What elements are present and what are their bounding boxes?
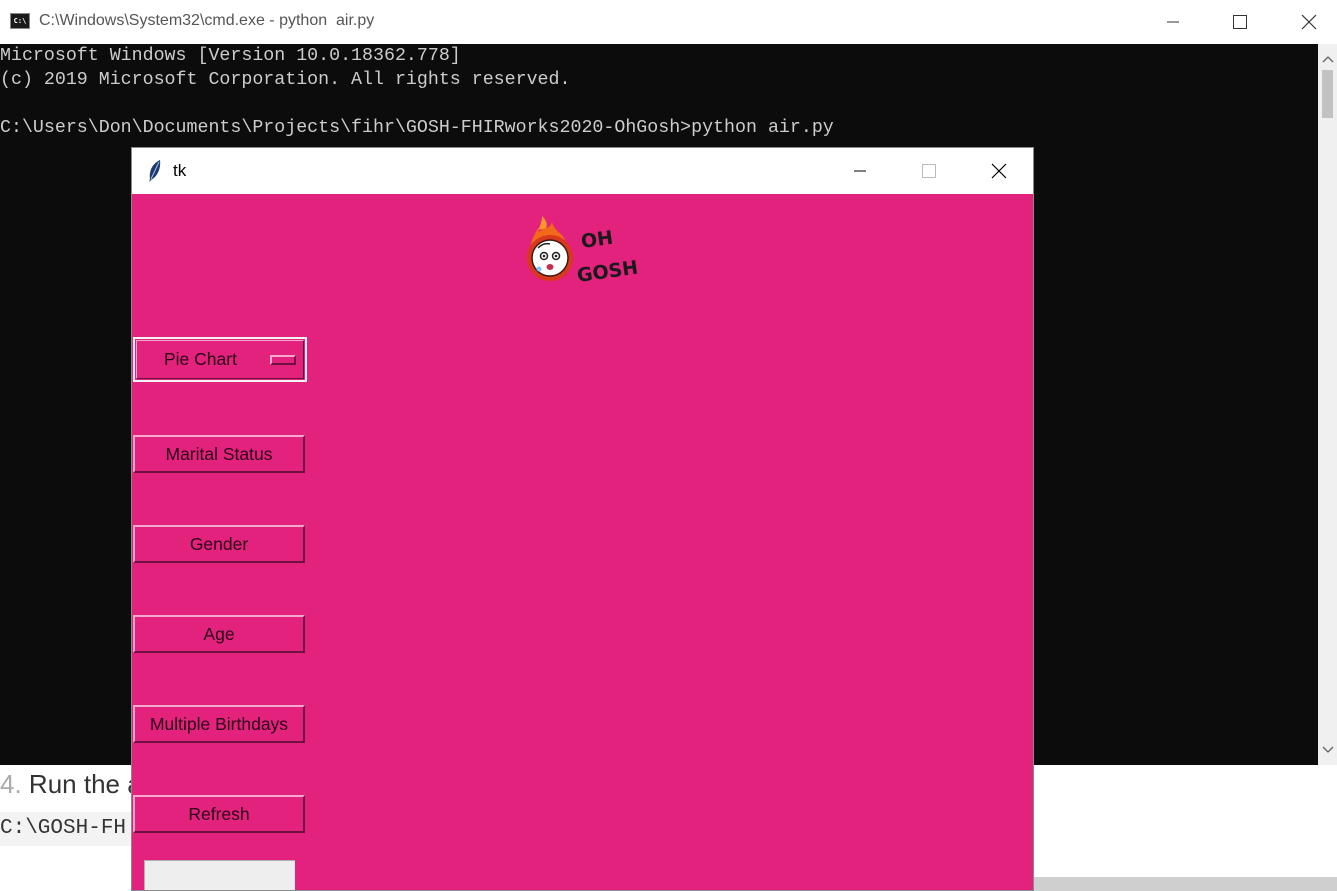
close-button[interactable] — [1274, 0, 1337, 44]
step-text: 4. Run the a — [0, 769, 142, 800]
marital-status-button[interactable]: Marital Status — [133, 435, 305, 473]
console-line: ​ — [0, 92, 1318, 116]
chart-type-dropdown[interactable]: Pie Chart — [133, 337, 307, 382]
close-icon — [991, 163, 1007, 179]
tk-canvas: OH GOSH Pie Chart Marital Status Gender … — [132, 194, 1033, 890]
console-line: (c) 2019 Microsoft Corporation. All righ… — [0, 70, 571, 90]
tk-window-title: tk — [173, 161, 187, 180]
minimize-icon — [1167, 21, 1179, 23]
dropdown-indicator-icon — [270, 355, 296, 365]
age-button[interactable]: Age — [133, 615, 305, 653]
maximize-button[interactable] — [1205, 0, 1275, 44]
cmd-window-title: C:\Windows\System32\cmd.exe - python air… — [39, 12, 375, 29]
step-label: Run the a — [28, 769, 142, 799]
scroll-up-arrow-icon[interactable] — [1318, 46, 1337, 66]
tk-minimize-button[interactable] — [825, 148, 895, 194]
tk-window: tk OH GOSH Pie Chart Marital Status Gend… — [131, 147, 1034, 891]
console-line: C:\Users\Don\Documents\Projects\fihr\GOS… — [0, 118, 834, 138]
tk-titlebar[interactable]: tk — [132, 148, 1033, 194]
logo-text-line1: OH — [580, 227, 615, 253]
cmd-titlebar[interactable]: C:\ C:\Windows\System32\cmd.exe - python… — [0, 0, 1337, 44]
tk-close-button[interactable] — [964, 148, 1033, 194]
step-number: 4. — [0, 769, 22, 799]
multiple-birthdays-button[interactable]: Multiple Birthdays — [133, 705, 305, 743]
close-icon — [1301, 14, 1317, 30]
minimize-button[interactable] — [1138, 0, 1208, 44]
cmd-icon: C:\ — [10, 13, 30, 29]
logo-text-line2: GOSH — [576, 257, 640, 287]
scrollbar-thumb[interactable] — [1322, 70, 1333, 118]
horizontal-scrollbar[interactable] — [1034, 877, 1337, 891]
oh-gosh-logo: OH GOSH — [527, 216, 640, 287]
console-output[interactable]: Microsoft Windows [Version 10.0.18362.77… — [0, 44, 1318, 140]
maximize-icon — [922, 164, 936, 178]
feather-icon — [149, 160, 161, 182]
maximize-icon — [1233, 15, 1247, 29]
dropdown-selected-value: Pie Chart — [164, 349, 237, 369]
console-line: Microsoft Windows [Version 10.0.18362.77… — [0, 46, 461, 66]
gender-button[interactable]: Gender — [133, 525, 305, 563]
scroll-down-arrow-icon[interactable] — [1318, 741, 1337, 761]
text-entry[interactable] — [144, 860, 295, 890]
refresh-button[interactable]: Refresh — [133, 795, 305, 833]
vertical-scrollbar[interactable] — [1318, 44, 1337, 765]
minimize-icon — [854, 170, 866, 172]
tk-maximize-button[interactable] — [894, 148, 964, 194]
